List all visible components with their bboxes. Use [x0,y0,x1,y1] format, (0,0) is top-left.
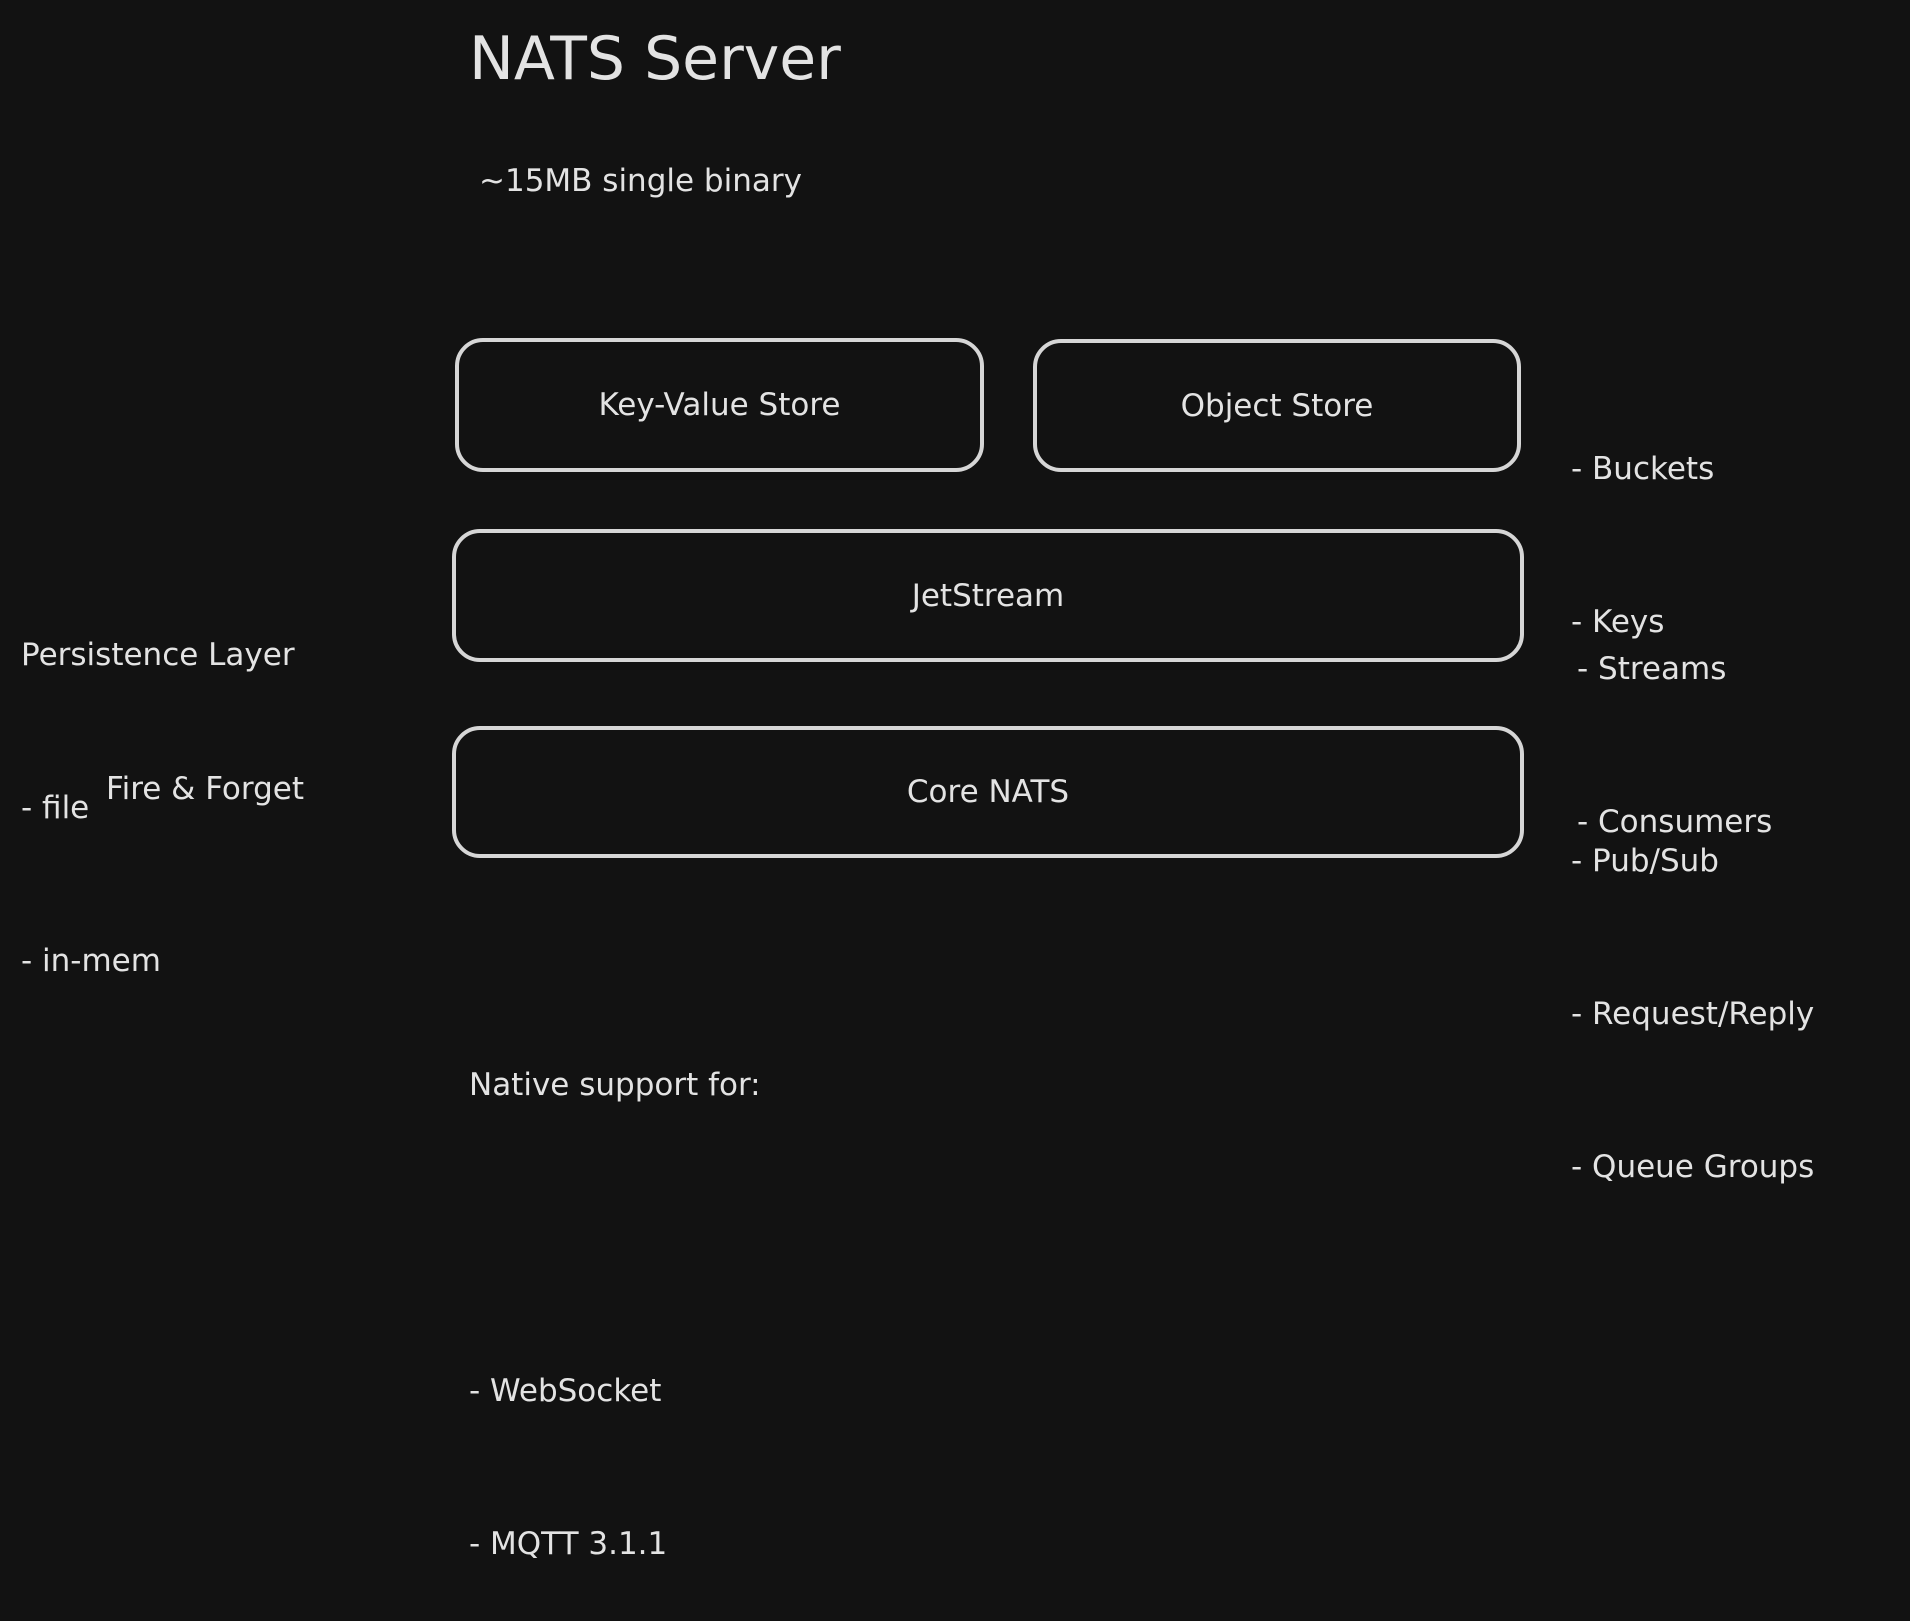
note-pubsub: - Pub/Sub [1571,843,1719,879]
key-value-store-box: Key-Value Store [455,338,984,472]
jetstream-label: JetStream [911,577,1065,614]
note-queue-groups: - Queue Groups [1571,1149,1815,1185]
core-nats-box: Core NATS [452,726,1524,858]
object-store-box: Object Store [1033,339,1521,472]
native-support: Native support for: - WebSocket - MQTT 3… [469,958,761,1621]
diagram-title: NATS Server [469,24,841,94]
subtitle: ~15MB single binary [479,163,802,199]
native-websocket: - WebSocket [469,1373,662,1409]
key-value-store-label: Key-Value Store [598,387,841,423]
jetstream-box: JetStream [452,529,1524,662]
note-request-reply: - Request/Reply [1571,996,1815,1032]
native-mqtt: - MQTT 3.1.1 [469,1526,668,1562]
object-store-label: Object Store [1180,387,1374,424]
core-nats-label: Core NATS [906,774,1070,810]
fire-and-forget-label: Fire & Forget [106,771,305,807]
native-heading: Native support for: [469,1067,761,1103]
note-streams: - Streams [1577,651,1727,687]
note-buckets: - Buckets [1571,451,1715,487]
core-notes: - Pub/Sub - Request/Reply - Queue Groups [1571,734,1814,1244]
persistence-in-mem: - in-mem [21,943,161,979]
persistence-heading: Persistence Layer [21,637,295,673]
